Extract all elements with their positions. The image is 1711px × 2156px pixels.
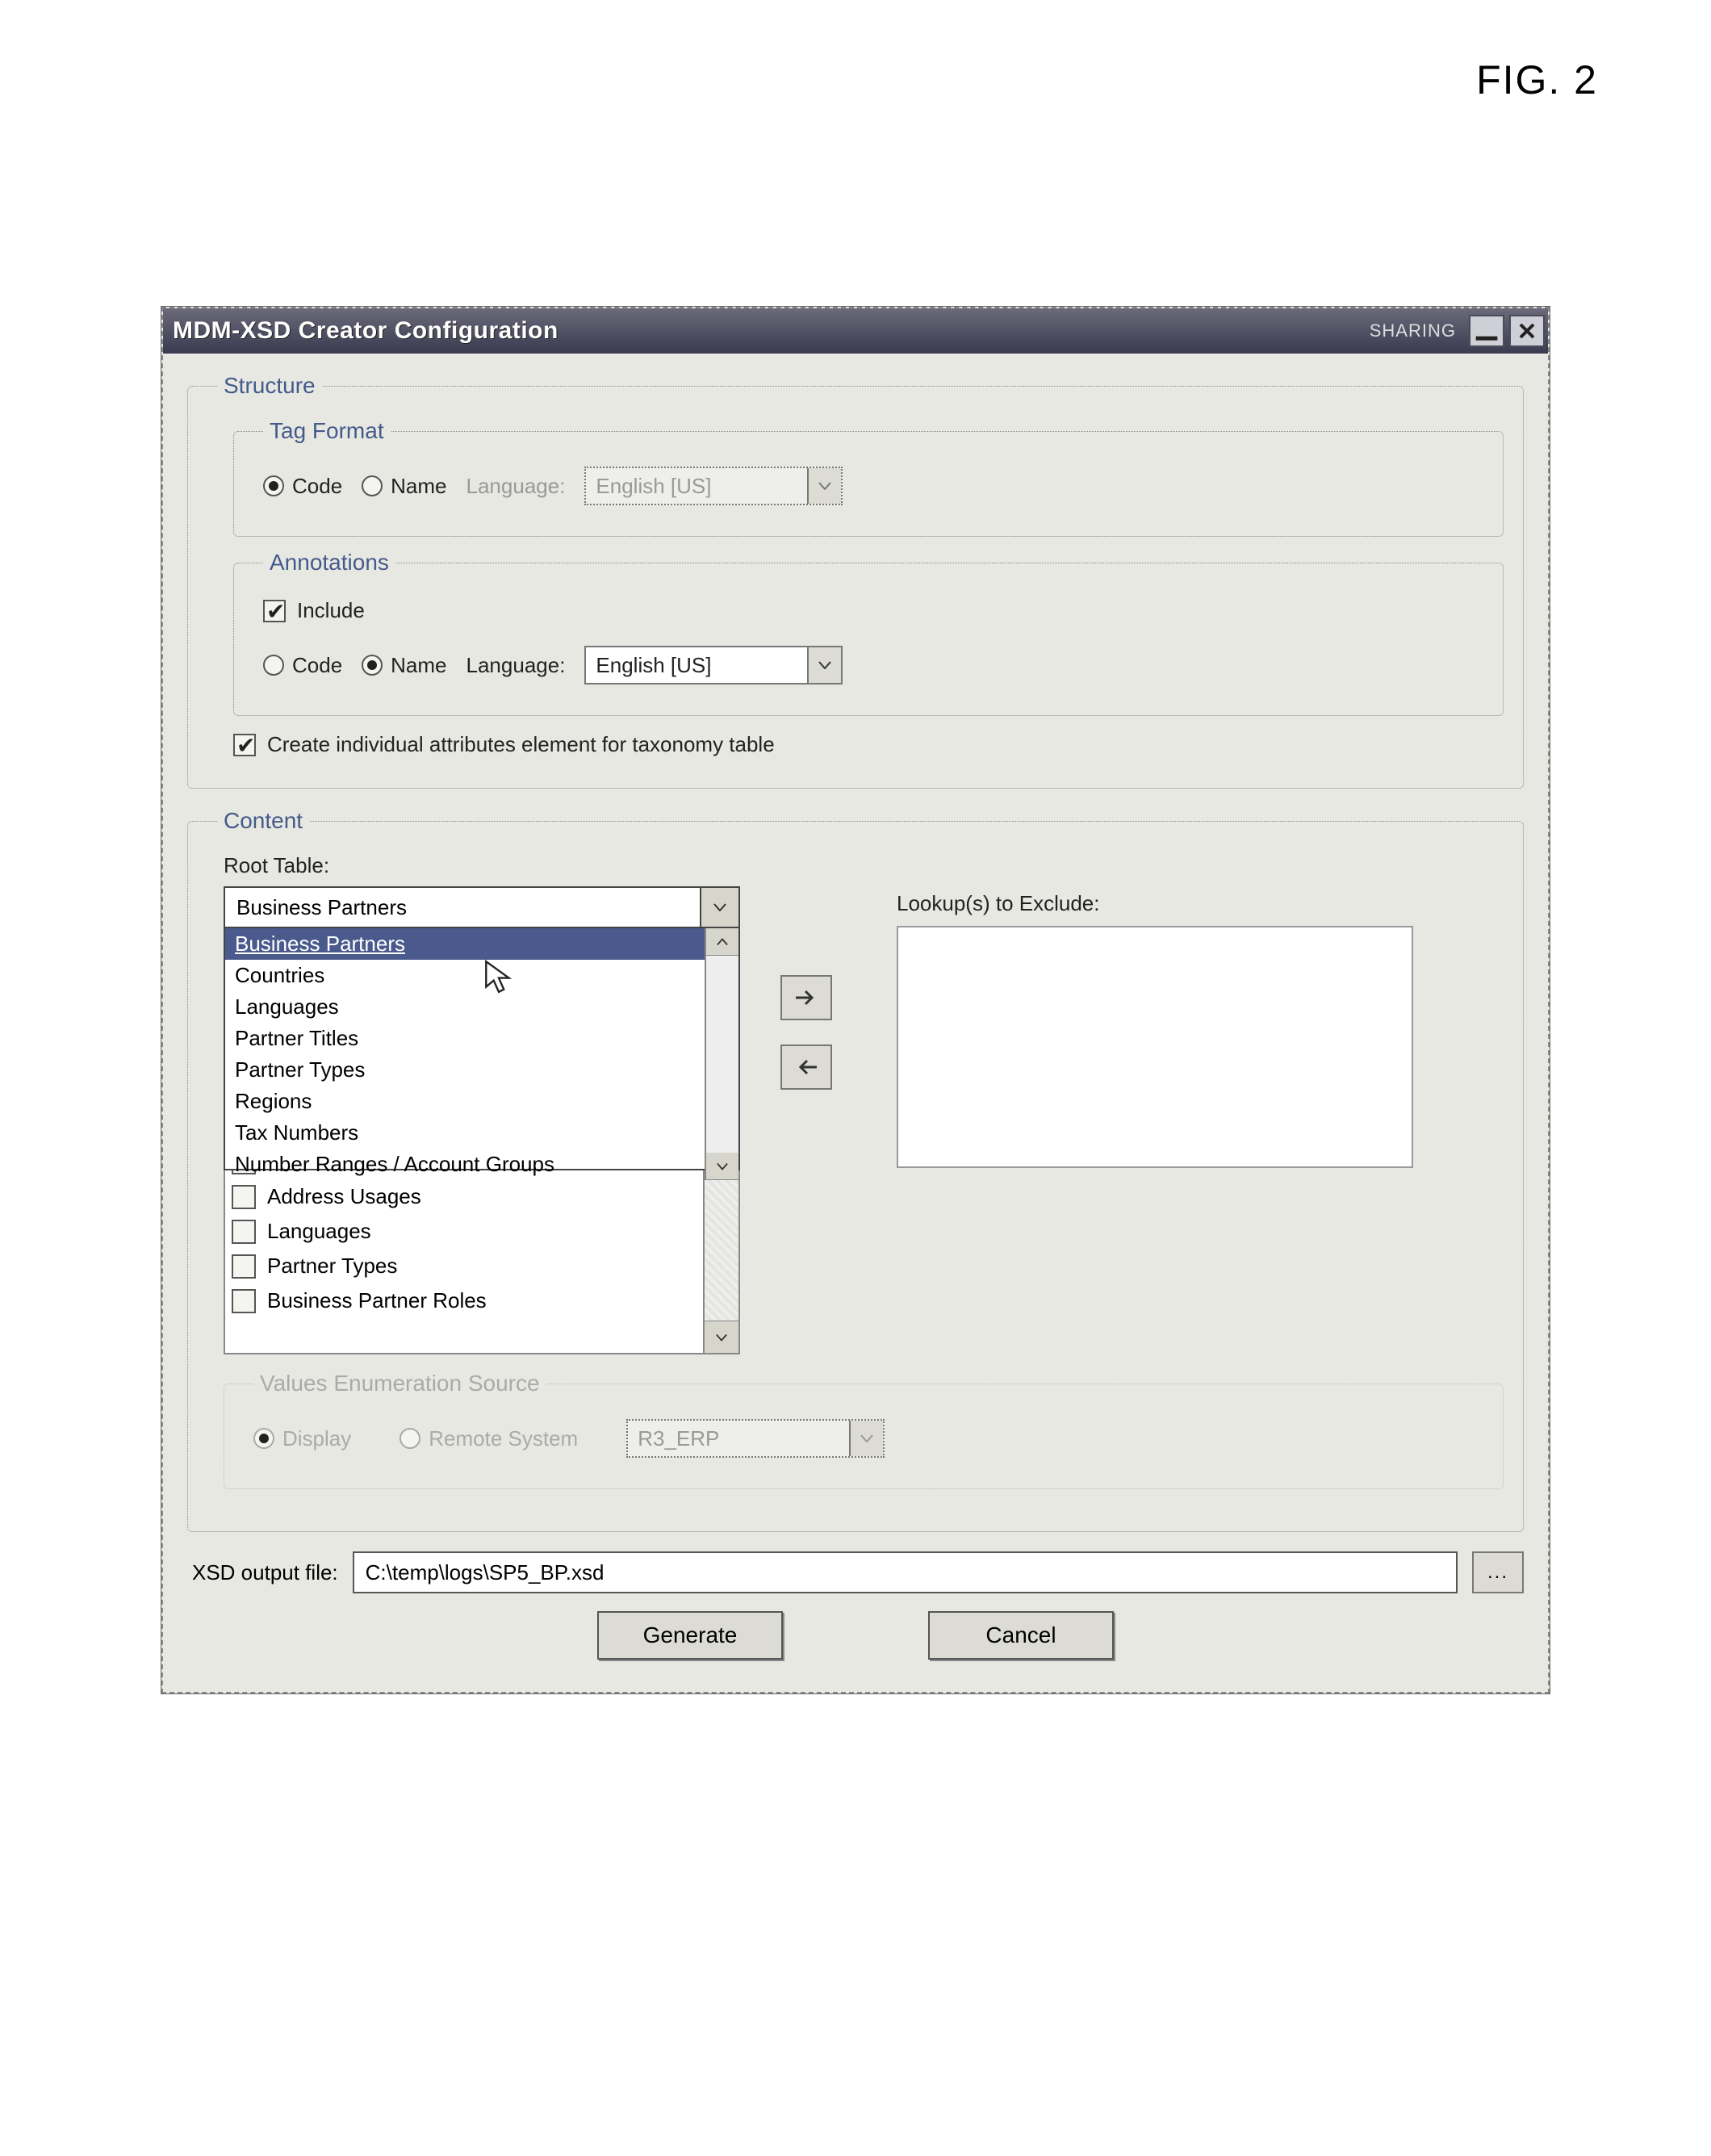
- ves-remote-system-select: R3_ERP: [626, 1419, 885, 1458]
- checkbox-icon[interactable]: [232, 1254, 256, 1279]
- scroll-up-icon[interactable]: [706, 928, 738, 956]
- ves-remote-radio: Remote System: [400, 1426, 578, 1451]
- tag-format-code-radio[interactable]: Code: [263, 474, 342, 499]
- chevron-down-icon[interactable]: [807, 647, 841, 683]
- root-table-combobox-wrap: Business Partners Business Partners Coun…: [224, 886, 740, 928]
- xsd-output-path-input[interactable]: C:\temp\logs\SP5_BP.xsd: [353, 1551, 1458, 1593]
- radio-icon: [362, 655, 383, 676]
- radio-icon: [253, 1428, 274, 1449]
- figure-label: FIG. 2: [1476, 57, 1598, 103]
- list-item[interactable]: Number Ranges / Account Groups: [225, 1149, 705, 1180]
- checkbox-icon[interactable]: [232, 1289, 256, 1313]
- root-table-dropdown-list[interactable]: Business Partners Countries Languages Pa…: [224, 928, 740, 1170]
- list-item[interactable]: Countries: [225, 960, 705, 991]
- minimize-button[interactable]: [1469, 315, 1504, 347]
- taxonomy-checkbox[interactable]: Create individual attributes element for…: [233, 732, 775, 757]
- dialog-window: MDM-XSD Creator Configuration SHARING St…: [161, 307, 1550, 1693]
- lookup-exclude-label: Lookup(s) to Exclude:: [897, 891, 1413, 916]
- radio-icon: [362, 475, 383, 496]
- window-title: MDM-XSD Creator Configuration: [173, 317, 558, 345]
- content-group: Content Root Table: Business Partners: [187, 808, 1524, 1532]
- annotations-language-label: Language:: [466, 653, 566, 678]
- tag-format-language-label: Language:: [466, 474, 566, 499]
- root-table-combobox[interactable]: Business Partners: [224, 886, 740, 928]
- tag-format-legend: Tag Format: [263, 418, 391, 444]
- radio-icon: [263, 475, 284, 496]
- list-item[interactable]: Regions: [225, 1086, 705, 1117]
- titlebar: MDM-XSD Creator Configuration SHARING: [163, 308, 1548, 354]
- listbox-scrollbar[interactable]: [705, 928, 738, 1180]
- list-item[interactable]: Business Partner Roles: [232, 1283, 697, 1318]
- checkbox-icon[interactable]: [232, 1220, 256, 1244]
- list-item[interactable]: Partner Types: [232, 1249, 697, 1283]
- tag-format-language-select: English [US]: [584, 467, 843, 505]
- annotations-group: Annotations Include Code Name: [233, 550, 1504, 716]
- scroll-down-icon[interactable]: [706, 1153, 738, 1180]
- checkbox-icon: [263, 600, 286, 622]
- list-item[interactable]: Tax Numbers: [225, 1117, 705, 1149]
- list-item[interactable]: Partner Types: [225, 1054, 705, 1086]
- lookup-exclude-list[interactable]: [897, 926, 1413, 1168]
- root-table-label: Root Table:: [224, 853, 1504, 878]
- ves-display-radio: Display: [253, 1426, 351, 1451]
- structure-group: Structure Tag Format Code Name Language:…: [187, 373, 1524, 789]
- radio-icon: [400, 1428, 420, 1449]
- cancel-button[interactable]: Cancel: [928, 1611, 1114, 1660]
- generate-button[interactable]: Generate: [597, 1611, 783, 1660]
- annotations-legend: Annotations: [263, 550, 395, 576]
- tag-format-group: Tag Format Code Name Language: English […: [233, 418, 1504, 537]
- content-legend: Content: [217, 808, 309, 834]
- move-left-button[interactable]: [780, 1045, 832, 1090]
- annotations-name-radio[interactable]: Name: [362, 653, 446, 678]
- move-right-button[interactable]: [780, 975, 832, 1020]
- list-item[interactable]: Partner Titles: [225, 1023, 705, 1054]
- sharing-badge: SHARING: [1362, 320, 1464, 341]
- values-enum-source-legend: Values Enumeration Source: [253, 1371, 546, 1396]
- list-item[interactable]: Languages: [232, 1214, 697, 1249]
- checkbox-icon[interactable]: [232, 1185, 256, 1209]
- scroll-down-icon[interactable]: [705, 1321, 738, 1353]
- close-button[interactable]: [1509, 315, 1545, 347]
- structure-legend: Structure: [217, 373, 322, 399]
- radio-icon: [263, 655, 284, 676]
- tag-format-name-radio[interactable]: Name: [362, 474, 446, 499]
- checkbox-icon: [233, 734, 256, 756]
- annotations-language-select[interactable]: English [US]: [584, 646, 843, 684]
- list-item[interactable]: Business Partners: [225, 928, 705, 960]
- annotations-code-radio[interactable]: Code: [263, 653, 342, 678]
- chevron-down-icon: [849, 1421, 883, 1456]
- chevron-down-icon[interactable]: [700, 888, 738, 927]
- annotations-include-checkbox[interactable]: Include: [263, 598, 365, 623]
- browse-button[interactable]: ...: [1472, 1551, 1524, 1593]
- chevron-down-icon: [807, 468, 841, 504]
- values-enum-source-group: Values Enumeration Source Display Remote…: [224, 1371, 1504, 1489]
- list-item[interactable]: Address Usages: [232, 1179, 697, 1214]
- list-item[interactable]: Languages: [225, 991, 705, 1023]
- xsd-output-label: XSD output file:: [192, 1560, 338, 1585]
